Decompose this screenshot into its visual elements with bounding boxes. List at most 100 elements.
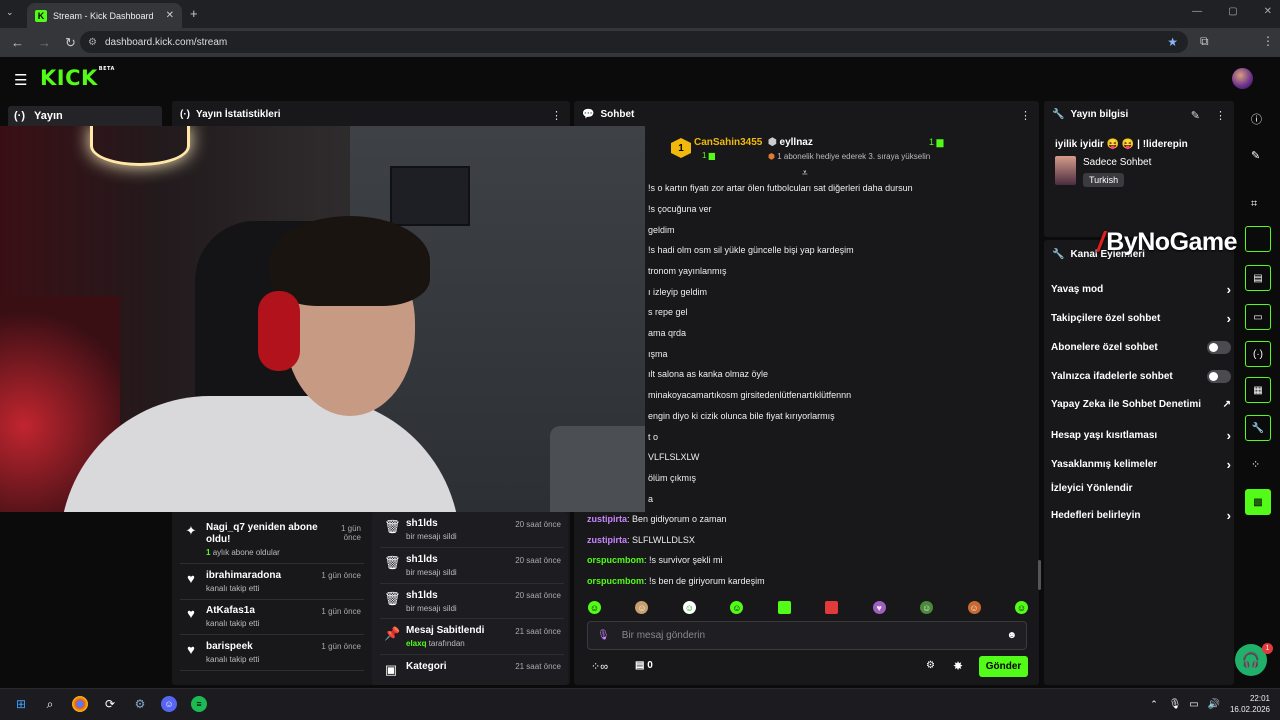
capture-icon[interactable]: ⌗ bbox=[1251, 198, 1257, 211]
action-raid[interactable]: İzleyici Yönlendir bbox=[1051, 483, 1231, 494]
points-icon: ⁘ bbox=[591, 661, 601, 673]
sidebar-item-yayin[interactable]: (·) Yayın bbox=[8, 106, 162, 126]
tab-close-icon[interactable]: ✕ bbox=[166, 10, 174, 21]
close-window-button[interactable]: ✕ bbox=[1264, 6, 1272, 17]
layout-icon[interactable]: ▦ bbox=[1245, 377, 1271, 403]
app-icon[interactable]: ⟳ bbox=[102, 696, 118, 712]
dots-icon[interactable]: ⁘ bbox=[1251, 458, 1260, 471]
activity-sub-text: kanalı takip etti bbox=[206, 619, 260, 628]
chat-settings-icon[interactable]: ⚙ bbox=[926, 660, 935, 671]
gift-leader-name[interactable]: ⬢ eyllnaz bbox=[768, 137, 813, 148]
emote-icon[interactable]: ☺ bbox=[1014, 601, 1028, 614]
action-label: Yalnızca ifadelerle sohbet bbox=[1051, 371, 1173, 382]
channel-points[interactable]: ⁘∞ bbox=[591, 660, 608, 673]
emote-icon[interactable]: ☺ bbox=[920, 601, 934, 614]
emoji-picker-icon[interactable]: ☻ bbox=[1006, 630, 1017, 641]
heart-icon: ♥ bbox=[187, 642, 195, 657]
top-gifter-name[interactable]: CanSahin3455 bbox=[694, 137, 762, 148]
network-icon[interactable]: ▭ bbox=[1186, 696, 1202, 712]
chat-scrollbar[interactable] bbox=[1038, 560, 1041, 590]
send-button[interactable]: Gönder bbox=[979, 656, 1028, 677]
emote-picker-icon[interactable]: ✸ bbox=[953, 659, 963, 673]
tab-search-icon[interactable]: ⌄ bbox=[6, 7, 14, 18]
url-text: dashboard.kick.com/stream bbox=[104, 36, 228, 48]
maximize-button[interactable]: ▢ bbox=[1228, 6, 1237, 17]
taskbar-clock[interactable]: 22:01 16.02.2026 bbox=[1228, 693, 1270, 715]
chat-username[interactable]: zustipirta bbox=[587, 514, 627, 524]
edit-icon[interactable]: ✎ bbox=[1251, 149, 1260, 162]
subscribers-only-toggle[interactable] bbox=[1207, 341, 1231, 354]
tab-kick-dashboard[interactable]: K Stream - Kick Dashboard ✕ bbox=[27, 3, 182, 28]
discord-icon[interactable]: ☺ bbox=[161, 696, 177, 712]
action-followers-only[interactable]: Takipçilere özel sohbet › bbox=[1051, 311, 1231, 326]
broadcast-icon[interactable]: (·) bbox=[1245, 341, 1271, 367]
bookmark-star-icon[interactable]: ★ bbox=[1167, 35, 1178, 49]
site-info-icon[interactable]: ⚙ bbox=[88, 37, 97, 48]
emote-icon[interactable]: ☺ bbox=[635, 601, 649, 614]
search-icon[interactable]: ⌕ bbox=[42, 696, 58, 712]
activity-title: sh1lds bbox=[406, 590, 438, 601]
extensions-icon[interactable]: ⧉ bbox=[1200, 34, 1209, 49]
notification-badge: 1 bbox=[1262, 643, 1273, 654]
expand-pinned-icon[interactable]: ⩡ bbox=[802, 168, 808, 179]
spotify-icon[interactable]: ≡ bbox=[191, 696, 207, 712]
action-ai-moderation[interactable]: Yapay Zeka ile Sohbet Denetimi ↗ bbox=[1051, 399, 1231, 410]
list-item: ♥ ibrahimaradona kanalı takip etti bbox=[184, 570, 281, 593]
category-thumbnail[interactable] bbox=[1055, 156, 1076, 185]
chat-username[interactable]: orspucmbom bbox=[587, 555, 644, 565]
chat-username[interactable]: zustipirta bbox=[587, 535, 627, 545]
emote-icon[interactable] bbox=[777, 601, 791, 614]
tray-chevron-icon[interactable]: ⌃ bbox=[1146, 696, 1162, 712]
reload-icon[interactable]: ↻ bbox=[65, 35, 81, 51]
action-account-age[interactable]: Hesap yaşı kısıtlaması › bbox=[1051, 428, 1231, 443]
chat-input-placeholder: Bir mesaj gönderin bbox=[621, 630, 706, 641]
chat-input[interactable]: 🎙 Bir mesaj gönderin ☻ bbox=[587, 621, 1027, 650]
chat-username[interactable]: orspucmbom bbox=[587, 576, 644, 586]
kick-logo[interactable]: KICKBETA bbox=[40, 66, 115, 90]
emote-icon[interactable] bbox=[825, 601, 839, 614]
emote-icon[interactable]: ☺ bbox=[730, 601, 744, 614]
streamer-hair-region bbox=[270, 216, 430, 306]
forward-arrow-icon[interactable]: → bbox=[38, 35, 54, 50]
user-avatar[interactable] bbox=[1232, 68, 1253, 89]
avatar-icon[interactable]: ▩ bbox=[1245, 489, 1271, 515]
notes-icon[interactable]: ▤ bbox=[1245, 265, 1271, 291]
volume-icon[interactable]: 🔊 bbox=[1206, 696, 1222, 712]
microphone-tray-icon[interactable]: 🎙 bbox=[1167, 696, 1183, 712]
emotes-only-toggle[interactable] bbox=[1207, 370, 1231, 383]
hamburger-menu-icon[interactable]: ☰ bbox=[14, 71, 27, 89]
gift-store[interactable]: ▤ 0 bbox=[635, 660, 653, 671]
minimize-button[interactable]: — bbox=[1192, 6, 1202, 17]
emote-icon[interactable]: ☺ bbox=[967, 601, 981, 614]
microphone-icon[interactable]: 🎙 bbox=[597, 630, 610, 641]
info-icon[interactable]: ⓘ bbox=[1251, 111, 1262, 127]
windows-start-icon[interactable]: ⊞ bbox=[13, 696, 29, 712]
steam-icon[interactable]: ⚙ bbox=[132, 696, 148, 712]
action-banned-words[interactable]: Yasaklanmış kelimeler › bbox=[1051, 457, 1231, 472]
chrome-icon[interactable] bbox=[72, 696, 88, 712]
activity-time: 20 saat önce bbox=[515, 556, 561, 565]
rail-button[interactable] bbox=[1245, 226, 1271, 252]
emote-icon[interactable]: ☺ bbox=[588, 601, 601, 614]
action-set-goals[interactable]: Hedefleri belirleyin › bbox=[1051, 508, 1231, 523]
chat-icon[interactable]: ▭ bbox=[1245, 304, 1271, 330]
address-bar[interactable]: ⚙ dashboard.kick.com/stream ★ bbox=[80, 31, 1188, 53]
divider bbox=[380, 583, 564, 584]
emote-icon[interactable]: ♥ bbox=[872, 601, 886, 614]
new-tab-button[interactable]: + bbox=[190, 6, 198, 21]
external-link-icon: ↗ bbox=[1222, 399, 1231, 410]
category-name[interactable]: Sadece Sohbet bbox=[1083, 157, 1151, 168]
emote-icon[interactable]: ☺ bbox=[682, 601, 696, 614]
activity-title: barispeek bbox=[206, 641, 253, 652]
sparkle-icon: ✦ bbox=[185, 523, 197, 538]
browser-menu-icon[interactable]: ⋮ bbox=[1262, 34, 1274, 48]
activity-sub-text: tarafından bbox=[428, 639, 465, 648]
edit-pencil-icon[interactable]: ✎ bbox=[1191, 109, 1200, 122]
wrench-icon[interactable]: 🔧 bbox=[1245, 415, 1271, 441]
list-item: 🗑 sh1lds bir mesajı sildi bbox=[384, 590, 457, 613]
stream-info-menu-icon[interactable]: ⋮ bbox=[1215, 109, 1226, 122]
chat-menu-icon[interactable]: ⋮ bbox=[1020, 109, 1031, 122]
back-arrow-icon[interactable]: ← bbox=[11, 35, 27, 50]
action-slow-mode[interactable]: Yavaş mod › bbox=[1051, 282, 1231, 297]
stats-menu-icon[interactable]: ⋮ bbox=[551, 109, 562, 122]
